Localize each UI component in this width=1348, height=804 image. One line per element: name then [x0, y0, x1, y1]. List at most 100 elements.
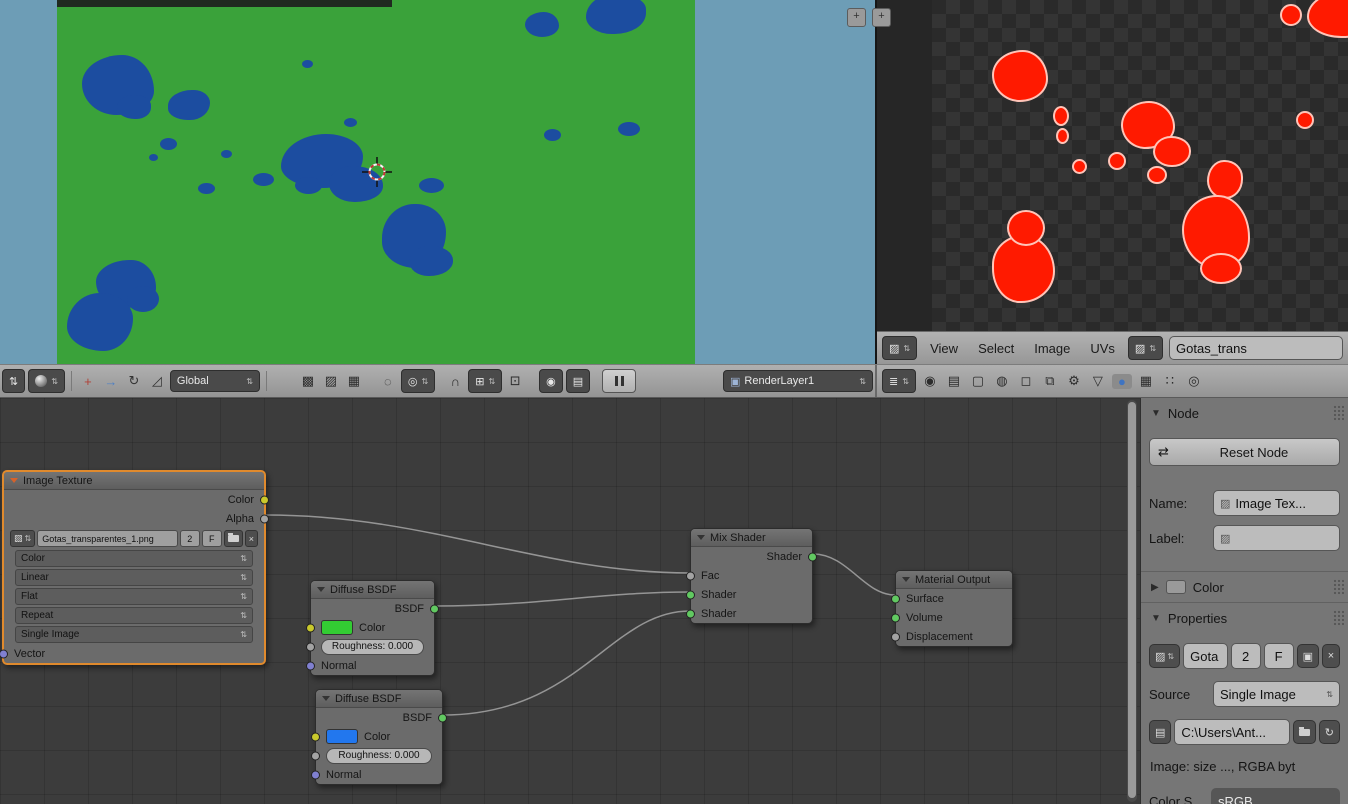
- projection-menu[interactable]: Flat ⇅: [15, 588, 253, 605]
- image-browse-dropdown[interactable]: ▨ ⇅: [1149, 644, 1181, 668]
- roughness-slider[interactable]: Roughness: 0.000: [321, 638, 424, 655]
- input-socket-fac[interactable]: [686, 571, 695, 580]
- region-toggle-widget-2[interactable]: +: [872, 8, 891, 27]
- unlink-image-button[interactable]: ×: [244, 530, 258, 547]
- uv-image-editor[interactable]: ▨ ⇅ View Select Image UVs ▨ ⇅ Gotas_trans: [875, 0, 1348, 364]
- node-image-texture[interactable]: Image Texture Color Alpha ▨ ⇅ Gotas_trans…: [0, 470, 269, 665]
- input-socket-shader2[interactable]: [686, 609, 695, 618]
- color-panel-header[interactable]: ▶ Color: [1141, 571, 1348, 602]
- source-menu[interactable]: Single Image ⇅: [15, 626, 253, 643]
- input-socket-normal[interactable]: [311, 770, 320, 779]
- menu-view[interactable]: View: [923, 341, 965, 356]
- node-diffuse-bsdf-green[interactable]: Diffuse BSDF BSDF Color Roughness: 0.000…: [306, 580, 439, 676]
- scale-manipulator-icon[interactable]: ◿: [147, 373, 167, 389]
- tab-constraints-icon[interactable]: ⧉: [1040, 373, 1060, 389]
- input-socket-color[interactable]: [311, 732, 320, 741]
- file-browse-button[interactable]: [1292, 720, 1316, 744]
- tab-world-icon[interactable]: ◍: [992, 373, 1012, 389]
- input-socket-surface[interactable]: [891, 594, 900, 603]
- output-socket-alpha[interactable]: [260, 514, 269, 523]
- label-field[interactable]: ▨: [1213, 525, 1340, 551]
- menu-select[interactable]: Select: [971, 341, 1021, 356]
- image-datablock-name[interactable]: Gotas_trans: [1169, 336, 1343, 360]
- colorspace-dropdown[interactable]: sRGB: [1211, 788, 1340, 804]
- node-editor[interactable]: Image Texture Color Alpha ▨ ⇅ Gotas_trans…: [0, 398, 1140, 804]
- panel-grip-icon[interactable]: [1333, 405, 1344, 421]
- roughness-slider[interactable]: Roughness: 0.000: [326, 747, 432, 764]
- image-name-field[interactable]: Gota: [1183, 643, 1228, 669]
- input-socket-roughness[interactable]: [306, 642, 315, 651]
- panel-collapse-icon[interactable]: ▶: [1151, 582, 1159, 593]
- node-mix-shader[interactable]: Mix Shader Shader Fac Shader Shader: [686, 528, 817, 624]
- region-toggle-widget-1[interactable]: +: [847, 8, 866, 27]
- color-swatch[interactable]: [321, 620, 353, 635]
- image-users-button[interactable]: 2: [1230, 643, 1261, 669]
- input-socket-shader1[interactable]: [686, 590, 695, 599]
- render-layer-dropdown[interactable]: ▣ RenderLayer1 ⇅: [723, 370, 873, 392]
- opengl-render-anim-button[interactable]: ▤: [565, 369, 591, 393]
- output-socket-shader[interactable]: [808, 552, 817, 561]
- tab-physics-icon[interactable]: ◎: [1184, 373, 1204, 389]
- tab-render-icon[interactable]: ◉: [920, 373, 940, 389]
- properties-panel-header[interactable]: ▼ Properties: [1141, 602, 1348, 633]
- image-canvas[interactable]: [932, 0, 1348, 331]
- editor-type-selector-clipped[interactable]: ⇅: [2, 369, 26, 393]
- menu-image[interactable]: Image: [1027, 341, 1077, 356]
- panel-collapse-icon[interactable]: ▼: [1151, 613, 1161, 624]
- name-field[interactable]: ▨ Image Tex...: [1213, 490, 1340, 516]
- node-header[interactable]: Diffuse BSDF: [316, 690, 442, 708]
- input-socket-roughness[interactable]: [311, 751, 320, 760]
- tab-material-icon[interactable]: ●: [1111, 373, 1132, 389]
- snap-element-dropdown[interactable]: ⊞ ⇅: [468, 369, 503, 393]
- mesh-select-edge-icon[interactable]: ▨: [321, 373, 341, 389]
- input-socket-volume[interactable]: [891, 613, 900, 622]
- source-dropdown[interactable]: Single Image ⇅: [1213, 681, 1340, 707]
- fake-user-button[interactable]: F: [201, 530, 222, 547]
- manipulator-axis-icon[interactable]: +: [78, 374, 98, 389]
- collapse-icon[interactable]: [322, 696, 330, 701]
- input-socket-vector[interactable]: [0, 649, 8, 658]
- color-swatch[interactable]: [326, 729, 358, 744]
- rotate-manipulator-icon[interactable]: ↻: [124, 373, 144, 389]
- input-socket-displacement[interactable]: [891, 632, 900, 641]
- panel-grip-icon[interactable]: [1333, 610, 1344, 626]
- input-socket-color[interactable]: [306, 623, 315, 632]
- collapse-icon[interactable]: [10, 478, 18, 483]
- proportional-edit-icon[interactable]: ◌: [378, 374, 398, 389]
- output-socket-color[interactable]: [260, 495, 269, 504]
- input-socket-normal[interactable]: [306, 661, 315, 670]
- tab-scene-icon[interactable]: ▢: [968, 373, 988, 389]
- mesh-select-vertex-icon[interactable]: ▩: [298, 373, 318, 389]
- translate-manipulator-icon[interactable]: →: [101, 374, 121, 389]
- collapse-icon[interactable]: [317, 587, 325, 592]
- unlink-datablock-button[interactable]: ×: [1322, 644, 1340, 668]
- tab-texture-icon[interactable]: ▦: [1136, 373, 1156, 389]
- viewport-3d[interactable]: [0, 0, 875, 364]
- tab-modifiers-icon[interactable]: ⚙: [1064, 373, 1084, 389]
- panel-grip-icon[interactable]: [1333, 579, 1344, 595]
- filepath-icon-button[interactable]: ▤: [1149, 720, 1172, 744]
- tab-object-icon[interactable]: ◻: [1016, 373, 1036, 389]
- image-browse-dropdown[interactable]: ▨ ⇅: [10, 530, 36, 547]
- tab-render-layers-icon[interactable]: ▤: [944, 373, 964, 389]
- proportional-falloff-dropdown[interactable]: ◎ ⇅: [400, 369, 436, 393]
- panel-collapse-icon[interactable]: ▼: [1151, 408, 1161, 419]
- reload-image-button[interactable]: ↻: [1318, 720, 1340, 744]
- tab-particles-icon[interactable]: ∷: [1160, 373, 1180, 389]
- image-browse-dropdown[interactable]: ▨ ⇅: [1127, 336, 1164, 360]
- editor-type-selector[interactable]: ▨ ⇅: [882, 336, 918, 360]
- filepath-field[interactable]: C:\Users\Ant...: [1174, 719, 1290, 745]
- image-users-button[interactable]: 2: [179, 530, 200, 547]
- node-editor-scrollbar[interactable]: [1127, 400, 1137, 802]
- node-diffuse-bsdf-blue[interactable]: Diffuse BSDF BSDF Color Roughness: 0.000…: [311, 689, 447, 785]
- viewport-shading-dropdown[interactable]: ⇅: [28, 369, 65, 393]
- color-space-menu[interactable]: Color ⇅: [15, 550, 253, 567]
- transform-orientation-dropdown[interactable]: Global ⇅: [169, 370, 260, 392]
- pack-image-button[interactable]: ▣: [1296, 644, 1319, 668]
- color-preview-swatch[interactable]: [1165, 580, 1186, 594]
- image-name-field[interactable]: Gotas_transparentes_1.png: [37, 530, 178, 547]
- fake-user-button[interactable]: F: [1263, 643, 1294, 669]
- node-material-output[interactable]: Material Output Surface Volume Displacem…: [891, 570, 1013, 647]
- node-header[interactable]: Image Texture: [4, 472, 264, 490]
- open-image-button[interactable]: [223, 530, 243, 547]
